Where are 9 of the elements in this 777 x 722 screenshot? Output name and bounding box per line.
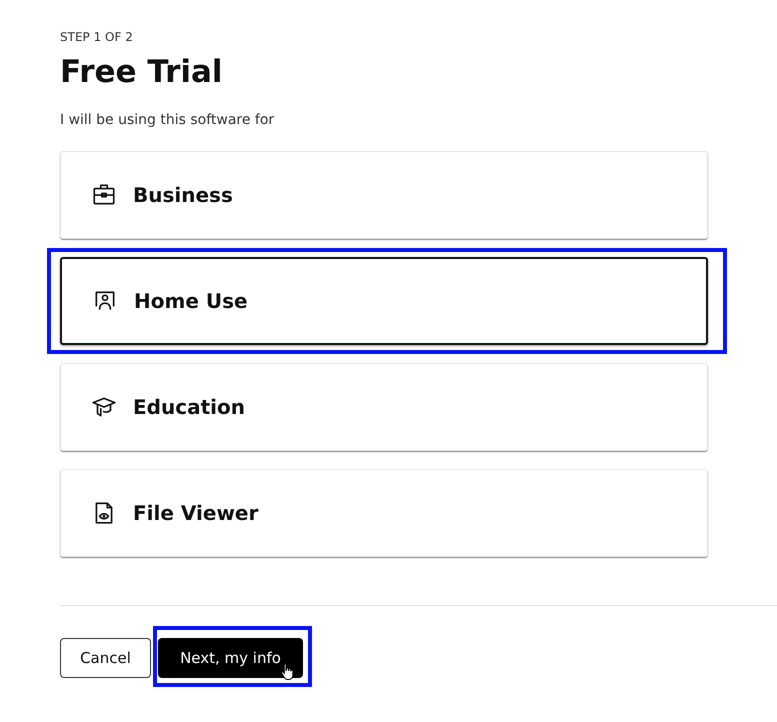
usage-option[interactable]: File Viewer [60,469,708,557]
page-title: Free Trial [60,53,223,92]
usage-option[interactable]: Home Use [60,257,708,345]
prompt-text: I will be using this software for [60,111,274,130]
usage-option[interactable]: Business [60,151,708,239]
usage-option[interactable]: Education [60,363,708,451]
step-label: STEP 1 OF 2 [60,29,133,46]
cancel-button[interactable]: Cancel [60,638,151,678]
next-button[interactable]: Next, my info [158,638,303,678]
